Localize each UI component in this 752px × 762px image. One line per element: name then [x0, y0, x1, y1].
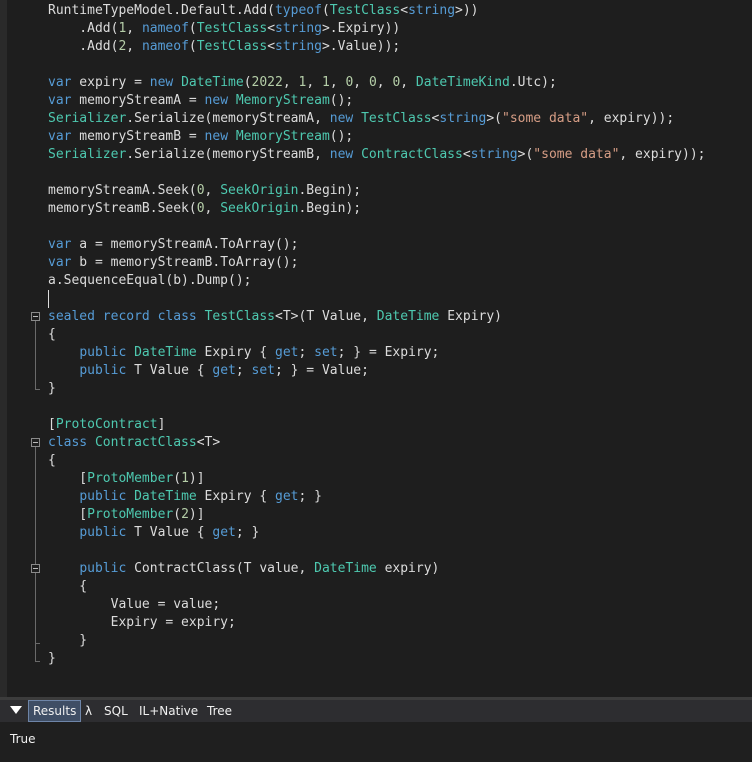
code-line[interactable]: Expiry = expiry; [48, 614, 752, 632]
tab-tree[interactable]: Tree [203, 700, 236, 722]
code-line[interactable]: RuntimeTypeModel.Default.Add(typeof(Test… [48, 2, 752, 20]
tab-results[interactable]: Results [28, 700, 82, 722]
triangle-down-icon[interactable] [10, 706, 22, 714]
code-line[interactable] [48, 542, 752, 560]
code-line[interactable]: memoryStreamA.Seek(0, SeekOrigin.Begin); [48, 182, 752, 200]
code-line[interactable]: var a = memoryStreamA.ToArray(); [48, 236, 752, 254]
tab-lambda[interactable]: λ [81, 700, 96, 722]
results-tabbar: Results λ SQL IL+Native Tree [0, 700, 752, 722]
fold-guide-end [35, 643, 40, 644]
code-line[interactable]: Serializer.Serialize(memoryStreamA, new … [48, 110, 752, 128]
code-line[interactable]: .Add(1, nameof(TestClass<string>.Expiry)… [48, 20, 752, 38]
code-line[interactable] [48, 164, 752, 182]
code-line[interactable] [48, 398, 752, 416]
code-line[interactable]: var expiry = new DateTime(2022, 1, 1, 0,… [48, 74, 752, 92]
code-line[interactable] [48, 56, 752, 74]
code-line[interactable]: [ProtoContract] [48, 416, 752, 434]
code-line[interactable] [48, 290, 752, 308]
results-pane: True [0, 722, 752, 762]
code-line[interactable]: { [48, 578, 752, 596]
code-line[interactable]: [ProtoMember(1)] [48, 470, 752, 488]
code-line[interactable]: sealed record class TestClass<T>(T Value… [48, 308, 752, 326]
code-line[interactable]: { [48, 452, 752, 470]
code-editor[interactable]: RuntimeTypeModel.Default.Add(typeof(Test… [0, 0, 752, 697]
code-line[interactable]: [ProtoMember(2)] [48, 506, 752, 524]
text-caret [48, 290, 49, 308]
fold-guide [35, 321, 36, 389]
code-line[interactable]: var memoryStreamA = new MemoryStream(); [48, 92, 752, 110]
code-line[interactable] [48, 218, 752, 236]
collapse-icon[interactable] [31, 438, 40, 447]
code-line[interactable]: public ContractClass(T value, DateTime e… [48, 560, 752, 578]
code-line[interactable]: var b = memoryStreamB.ToArray(); [48, 254, 752, 272]
result-output: True [10, 732, 36, 746]
code-line[interactable]: } [48, 380, 752, 398]
code-line[interactable]: public DateTime Expiry { get; } [48, 488, 752, 506]
code-line[interactable]: public T Value { get; set; } = Value; [48, 362, 752, 380]
code-line[interactable]: public DateTime Expiry { get; set; } = E… [48, 344, 752, 362]
code-line[interactable]: { [48, 326, 752, 344]
fold-guide-end [35, 389, 40, 390]
code-line[interactable]: } [48, 632, 752, 650]
collapse-icon[interactable] [31, 564, 40, 573]
tab-il-native[interactable]: IL+Native [135, 700, 202, 722]
code-line[interactable]: Serializer.Serialize(memoryStreamB, new … [48, 146, 752, 164]
tab-sql[interactable]: SQL [100, 700, 132, 722]
code-line[interactable]: class ContractClass<T> [48, 434, 752, 452]
code-line[interactable]: memoryStreamB.Seek(0, SeekOrigin.Begin); [48, 200, 752, 218]
editor-gutter [0, 0, 44, 697]
code-text: RuntimeTypeModel.Default.Add(typeof(Test… [48, 3, 479, 18]
fold-guide-end [35, 661, 40, 662]
collapse-icon[interactable] [31, 312, 40, 321]
code-line[interactable]: var memoryStreamB = new MemoryStream(); [48, 128, 752, 146]
code-area[interactable]: RuntimeTypeModel.Default.Add(typeof(Test… [48, 2, 752, 668]
margin-bar [0, 0, 7, 697]
fold-guide [35, 573, 36, 643]
code-line[interactable]: public T Value { get; } [48, 524, 752, 542]
code-line[interactable]: } [48, 650, 752, 668]
code-line[interactable]: .Add(2, nameof(TestClass<string>.Value))… [48, 38, 752, 56]
code-line[interactable]: Value = value; [48, 596, 752, 614]
code-line[interactable]: a.SequenceEqual(b).Dump(); [48, 272, 752, 290]
